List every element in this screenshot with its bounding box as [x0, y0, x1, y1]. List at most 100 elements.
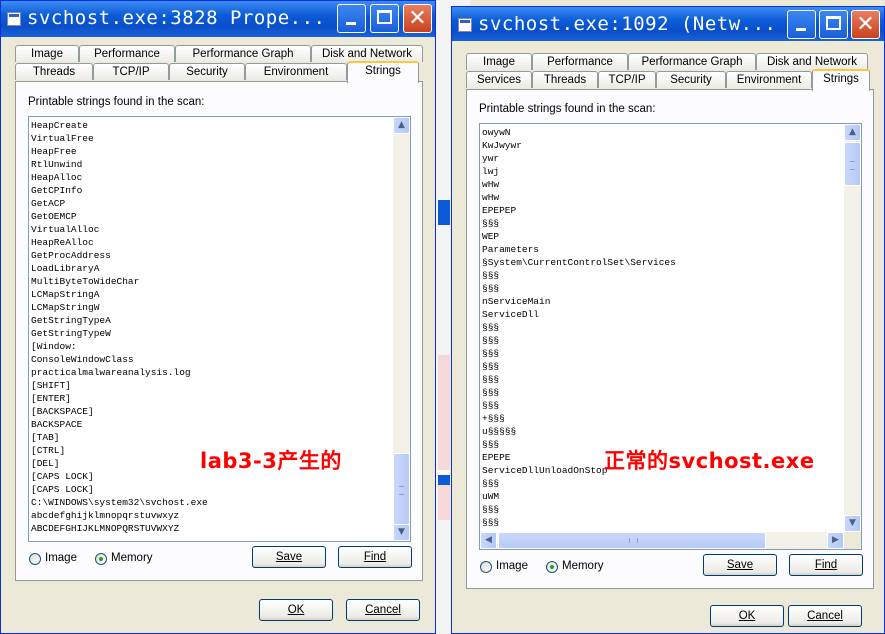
- string-item[interactable]: [DEL]: [31, 457, 208, 470]
- string-item[interactable]: EPEPEP: [482, 204, 676, 217]
- scroll-thumb[interactable]: [844, 142, 861, 186]
- tab-security[interactable]: Security: [169, 63, 245, 80]
- string-item[interactable]: ServiceDll: [482, 308, 676, 321]
- string-item[interactable]: [SHIFT]: [31, 379, 208, 392]
- scroll-left-button[interactable]: ◀: [480, 532, 497, 549]
- string-item[interactable]: HeapCreate: [31, 119, 208, 132]
- string-item[interactable]: ABCDEFGHIJKLMNOPQRSTUVWXYZ: [31, 522, 208, 535]
- string-item[interactable]: [TAB]: [31, 431, 208, 444]
- title-bar[interactable]: svchost.exe:3828 Prope... ✕: [1, 1, 435, 37]
- maximize-button[interactable]: [819, 10, 848, 39]
- ok-button[interactable]: OK: [710, 605, 784, 627]
- radio-memory[interactable]: [95, 553, 107, 565]
- close-button[interactable]: ✕: [403, 4, 432, 33]
- cancel-button[interactable]: Cancel: [788, 605, 862, 627]
- minimize-button[interactable]: [787, 10, 816, 39]
- horizontal-scroll-thumb[interactable]: [498, 532, 766, 549]
- string-item[interactable]: wHw: [482, 191, 676, 204]
- string-item[interactable]: HeapFree: [31, 145, 208, 158]
- string-item[interactable]: GetCPInfo: [31, 184, 208, 197]
- vertical-scrollbar[interactable]: ▲ ▼: [844, 124, 861, 532]
- string-item[interactable]: owywN: [482, 126, 676, 139]
- radio-memory[interactable]: [546, 561, 558, 573]
- string-item[interactable]: §§§: [482, 516, 676, 529]
- tab-performance-graph[interactable]: Performance Graph: [175, 45, 311, 62]
- scroll-down-button[interactable]: ▼: [844, 515, 861, 532]
- tab-disk-and-network[interactable]: Disk and Network: [311, 45, 423, 62]
- string-item[interactable]: §§§: [482, 386, 676, 399]
- ok-button[interactable]: OK: [259, 599, 333, 621]
- tab-strings[interactable]: Strings: [347, 61, 419, 83]
- horizontal-scrollbar[interactable]: ◀ ▶: [480, 532, 844, 549]
- scroll-thumb[interactable]: [393, 453, 410, 525]
- string-item[interactable]: VirtualAlloc: [31, 223, 208, 236]
- cancel-button[interactable]: Cancel: [346, 599, 420, 621]
- strings-list[interactable]: HeapCreate VirtualFree HeapFree RtlUnwind He…: [28, 116, 411, 542]
- string-item[interactable]: §§§: [482, 269, 676, 282]
- string-item[interactable]: §§§: [482, 282, 676, 295]
- string-item[interactable]: §§§: [482, 347, 676, 360]
- string-item[interactable]: RtlUnwind: [31, 158, 208, 171]
- string-item[interactable]: BACKSPACE: [31, 418, 208, 431]
- string-item[interactable]: LoadLibraryA: [31, 262, 208, 275]
- string-item[interactable]: §§§: [482, 399, 676, 412]
- find-button[interactable]: Find: [338, 546, 412, 568]
- string-item[interactable]: u§§§§§: [482, 425, 676, 438]
- tab-services[interactable]: Services: [466, 71, 532, 88]
- string-item[interactable]: +§§§: [482, 412, 676, 425]
- save-button[interactable]: Save: [703, 554, 777, 576]
- string-item[interactable]: §§§: [482, 503, 676, 516]
- radio-image[interactable]: [29, 553, 41, 565]
- string-item[interactable]: HeapAlloc: [31, 171, 208, 184]
- string-item[interactable]: [CAPS LOCK]: [31, 470, 208, 483]
- string-item[interactable]: [CTRL]: [31, 444, 208, 457]
- maximize-button[interactable]: [370, 4, 399, 33]
- tab-threads[interactable]: Threads: [532, 71, 598, 88]
- tab-environment[interactable]: Environment: [726, 71, 812, 88]
- string-item[interactable]: LCMapStringW: [31, 301, 208, 314]
- string-item[interactable]: MultiByteToWideChar: [31, 275, 208, 288]
- string-item[interactable]: VirtualFree: [31, 132, 208, 145]
- tab-disk-and-network[interactable]: Disk and Network: [756, 53, 868, 70]
- string-item[interactable]: [ENTER]: [31, 392, 208, 405]
- tab-tcpip[interactable]: TCP/IP: [93, 63, 169, 80]
- string-item[interactable]: §§§: [482, 334, 676, 347]
- string-item[interactable]: ywr: [482, 152, 676, 165]
- string-item[interactable]: KwJwywr: [482, 139, 676, 152]
- tab-performance-graph[interactable]: Performance Graph: [628, 53, 756, 70]
- strings-list[interactable]: owywN KwJwywr ywr lwj wHw wHw EPEPEP §§§ WEP Para…: [479, 123, 862, 550]
- string-item[interactable]: [Window:: [31, 340, 208, 353]
- string-item[interactable]: §§§: [482, 360, 676, 373]
- tab-strings[interactable]: Strings: [812, 69, 870, 91]
- radio-image[interactable]: [480, 561, 492, 573]
- tab-performance[interactable]: Performance: [532, 53, 628, 70]
- string-item[interactable]: GetStringTypeW: [31, 327, 208, 340]
- scroll-up-button[interactable]: ▲: [844, 124, 861, 141]
- tab-security[interactable]: Security: [656, 71, 726, 88]
- scroll-down-button[interactable]: ▼: [393, 524, 410, 541]
- string-item[interactable]: wHw: [482, 178, 676, 191]
- string-item[interactable]: C:\WINDOWS\system32\svchost.exe: [31, 496, 208, 509]
- close-button[interactable]: ✕: [851, 10, 880, 39]
- tab-image[interactable]: Image: [466, 53, 532, 70]
- string-item[interactable]: nServiceMain: [482, 295, 676, 308]
- string-item[interactable]: lwj: [482, 165, 676, 178]
- string-item[interactable]: §§§: [482, 217, 676, 230]
- vertical-scrollbar[interactable]: ▲ ▼: [393, 117, 410, 541]
- scroll-up-button[interactable]: ▲: [393, 117, 410, 134]
- tab-threads[interactable]: Threads: [15, 63, 93, 80]
- find-button[interactable]: Find: [789, 554, 863, 576]
- title-bar[interactable]: svchost.exe:1092 (Netw... ✕: [452, 7, 884, 41]
- string-item[interactable]: abcdefghijklmnopqrstuvwxyz: [31, 509, 208, 522]
- string-item[interactable]: WEP: [482, 230, 676, 243]
- tab-tcpip[interactable]: TCP/IP: [598, 71, 656, 88]
- string-item[interactable]: LCMapStringA: [31, 288, 208, 301]
- string-item[interactable]: §§§: [482, 477, 676, 490]
- string-item[interactable]: §System\CurrentControlSet\Services: [482, 256, 676, 269]
- string-item[interactable]: ConsoleWindowClass: [31, 353, 208, 366]
- string-item[interactable]: GetStringTypeA: [31, 314, 208, 327]
- string-item[interactable]: GetOEMCP: [31, 210, 208, 223]
- minimize-button[interactable]: [337, 4, 366, 33]
- string-item[interactable]: practicalmalwareanalysis.log: [31, 366, 208, 379]
- string-item[interactable]: uWM: [482, 490, 676, 503]
